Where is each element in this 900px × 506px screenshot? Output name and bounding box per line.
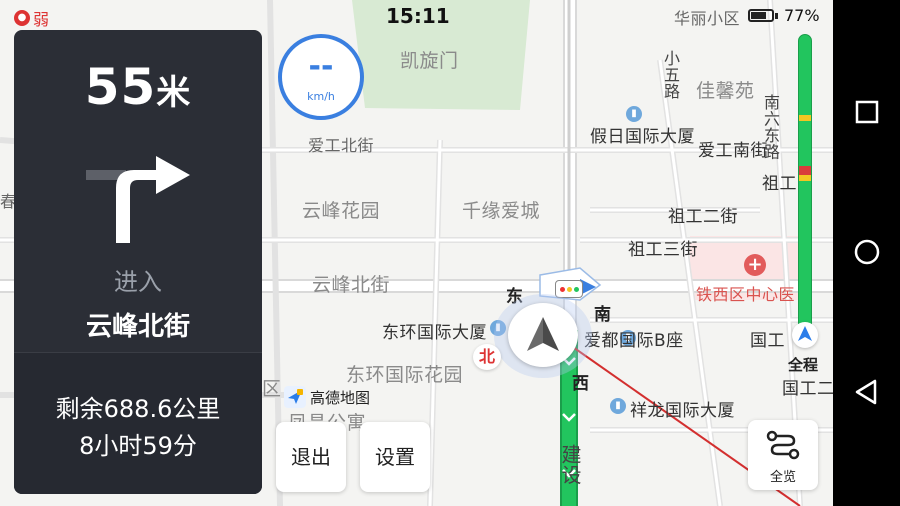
map-label-jiari: 假日国际大厦 bbox=[590, 127, 695, 147]
overview-label: 全览 bbox=[769, 470, 796, 485]
speed-unit: km/h bbox=[307, 90, 335, 103]
circle-home-icon[interactable] bbox=[853, 238, 881, 266]
map-label-tiexi-hospital: 铁西区中心医 bbox=[696, 285, 796, 304]
navigation-car-icon bbox=[508, 303, 578, 367]
amap-logo: 高德地图 bbox=[284, 386, 370, 408]
signal-status: ● 弱 bbox=[14, 6, 49, 30]
remaining-time: 8小时59分 bbox=[79, 432, 197, 460]
hospital-icon: + bbox=[744, 254, 766, 276]
full-route-label[interactable]: 全程 bbox=[788, 354, 818, 375]
remaining-distance: 剩余688.6公里 bbox=[55, 395, 221, 423]
guidance-action: 进入 bbox=[114, 268, 162, 296]
turn-guidance-panel[interactable]: 55米 进入 云峰北街 剩余688.6公里 8小时59分 bbox=[14, 30, 262, 494]
brand-name: 高德地图 bbox=[310, 388, 371, 407]
route-overview-button[interactable]: 全览 bbox=[748, 420, 818, 490]
map-label-jiaxin: 佳馨苑 bbox=[696, 80, 755, 102]
map-label-qianyuan: 千缘爱城 bbox=[462, 200, 541, 222]
map-label-guogong2: 国工二 bbox=[782, 379, 833, 399]
map-label-zugong: 祖工 bbox=[762, 174, 797, 194]
map-label-nanliu-road: 南六东路 bbox=[761, 94, 780, 160]
amap-logo-icon bbox=[284, 386, 306, 408]
building-poi-icon: ▮ bbox=[626, 106, 642, 122]
battery-icon bbox=[748, 9, 774, 22]
map-label-donghuan-tower: 东环国际大厦 bbox=[382, 323, 487, 343]
progress-car-icon bbox=[792, 322, 818, 348]
map-label-aigong-north: 爱工北街 bbox=[308, 136, 375, 155]
building-poi-icon: ▮ bbox=[610, 398, 626, 414]
square-recents-icon[interactable] bbox=[853, 98, 881, 126]
exit-navigation-button[interactable]: 退出 bbox=[276, 422, 346, 492]
north-compass-badge[interactable]: 北 bbox=[473, 344, 501, 370]
map-label-aidu: 爱都国际B座 bbox=[584, 331, 684, 351]
next-turn-distance: 55米 bbox=[14, 58, 262, 116]
direction-south: 南 bbox=[594, 305, 611, 325]
route-overview-icon bbox=[766, 430, 800, 460]
route-progress-bar bbox=[798, 34, 812, 334]
map-label-guogong: 国工 bbox=[750, 331, 785, 351]
triangle-back-icon[interactable] bbox=[853, 378, 881, 406]
congestion-segment-slow bbox=[799, 115, 811, 122]
signal-label: 弱 bbox=[33, 10, 50, 29]
signal-weak-icon: ● bbox=[14, 10, 30, 26]
battery-status: 77% bbox=[748, 6, 820, 25]
turn-right-arrow-icon bbox=[86, 156, 190, 243]
status-time: 15:11 bbox=[386, 4, 450, 28]
direction-west: 西 bbox=[572, 374, 589, 394]
speedometer: -- km/h bbox=[278, 34, 364, 120]
map-label-huali: 华丽小区 bbox=[674, 9, 741, 28]
map-label-zugong2: 祖工二街 bbox=[668, 207, 738, 227]
map-label-aigong-south: 爱工南街 bbox=[698, 141, 768, 161]
traffic-light-icon bbox=[555, 280, 583, 298]
map-label-kaixuanmen: 凯旋门 bbox=[400, 50, 459, 72]
map-label-zugong3: 祖工三街 bbox=[628, 240, 698, 260]
guidance-road-name: 云峰北街 bbox=[85, 312, 190, 342]
system-nav-bar bbox=[833, 0, 900, 506]
map-label-yunfeng-garden: 云峰花园 bbox=[302, 200, 381, 222]
map-label-fragment: 区 bbox=[262, 378, 282, 400]
map-label-jianshe-road: 建设 bbox=[558, 444, 582, 485]
map-label-yunfeng-north-street: 云峰北街 bbox=[312, 274, 391, 296]
battery-percent: 77% bbox=[784, 6, 820, 25]
map-label-xiaowu-road: 小五路 bbox=[661, 50, 680, 100]
congestion-segment-heavy bbox=[799, 166, 811, 176]
map-label-donghuan-garden: 东环国际花园 bbox=[346, 364, 464, 386]
trip-remaining: 剩余688.6公里 8小时59分 bbox=[14, 352, 262, 494]
settings-button[interactable]: 设置 bbox=[360, 422, 430, 492]
distance-unit: 米 bbox=[156, 73, 192, 113]
map-label-xianglong: 祥龙国际大厦 bbox=[630, 401, 735, 421]
congestion-segment-slow bbox=[799, 175, 811, 181]
speed-value: -- bbox=[308, 49, 334, 84]
distance-value: 55 bbox=[84, 58, 157, 116]
